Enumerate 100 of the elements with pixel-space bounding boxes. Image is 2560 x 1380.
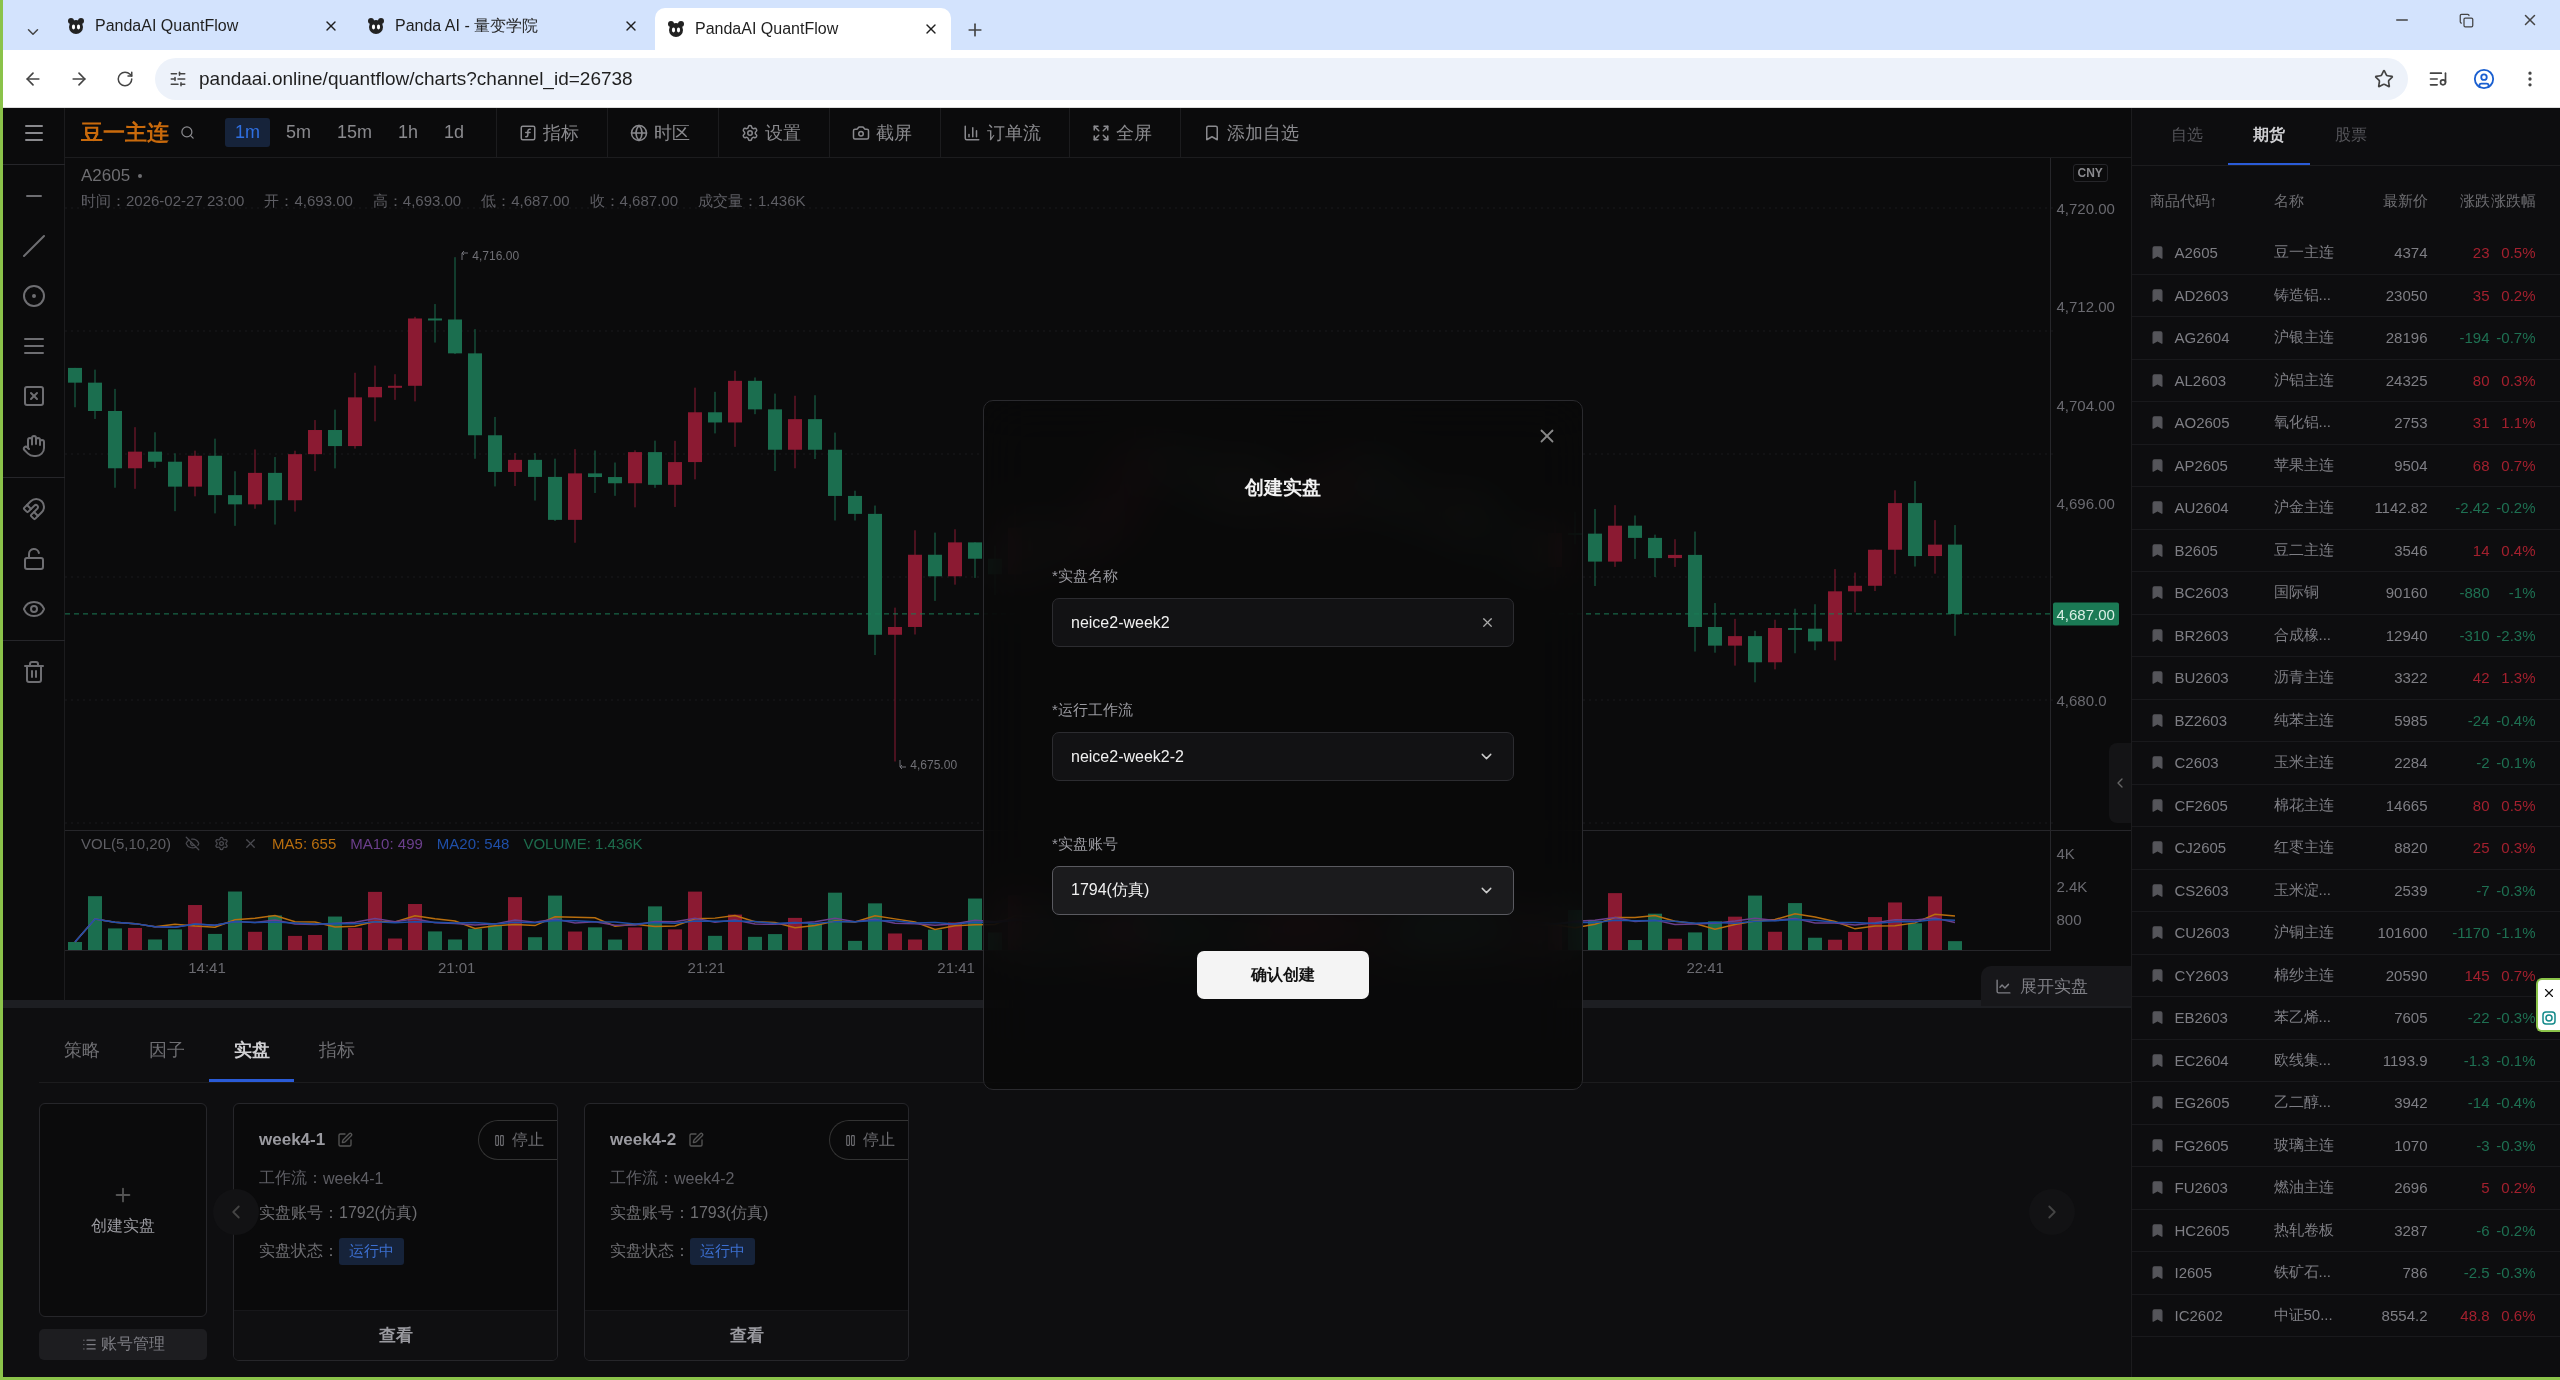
bookmark-icon[interactable] [2149, 1222, 2165, 1238]
quote-row[interactable]: AO2605 氧化铝... 2753 31 1.1% [2131, 402, 2560, 445]
quote-row[interactable]: CS2603 玉米淀... 2539 -7 -0.3% [2131, 869, 2560, 912]
bookmark-icon[interactable] [2149, 755, 2165, 771]
column-header[interactable]: 涨跌 [2427, 192, 2490, 211]
bookmark-icon[interactable] [2149, 415, 2165, 431]
toolbar-button[interactable]: 添加自选 [1180, 107, 1322, 158]
quote-row[interactable]: EC2604 欧线集... 1193.9 -1.3 -0.1% [2131, 1039, 2560, 1082]
quote-row[interactable]: A2605 豆一主连 4374 23 0.5% [2131, 232, 2560, 275]
interval-tab[interactable]: 1h [388, 118, 429, 147]
bookmark-icon[interactable] [2149, 287, 2165, 303]
hide-icon[interactable] [185, 836, 201, 851]
quote-row[interactable]: AP2605 苹果主连 9504 68 0.7% [2131, 444, 2560, 487]
quote-row[interactable]: AL2603 沪铝主连 24325 80 0.3% [2131, 359, 2560, 402]
bookmark-icon[interactable] [2149, 712, 2165, 728]
toolbar-button[interactable]: 设置 [718, 107, 824, 158]
panel-tab[interactable]: 因子 [124, 1008, 209, 1082]
interval-tab[interactable]: 15m [327, 118, 383, 147]
bookmark-icon[interactable] [2149, 925, 2165, 941]
column-header[interactable]: 涨跌幅 [2489, 192, 2536, 211]
profile-icon[interactable] [2473, 67, 2495, 90]
toolbar-button[interactable]: 订单流 [940, 107, 1064, 158]
quote-row[interactable]: FU2603 燃油主连 2696 5 0.2% [2131, 1167, 2560, 1210]
bookmark-icon[interactable] [2149, 457, 2165, 473]
account-button[interactable]: 账号管理 [39, 1329, 207, 1360]
bookmark-icon[interactable] [2149, 882, 2165, 898]
toolbar-button[interactable]: 时区 [607, 107, 713, 158]
quote-row[interactable]: FG2605 玻璃主连 1070 -3 -0.3% [2131, 1124, 2560, 1167]
bookmark-icon[interactable] [2149, 542, 2165, 558]
column-header[interactable]: 名称 [2273, 192, 2364, 211]
trend-line-icon[interactable] [21, 234, 46, 258]
confirm-button[interactable]: 确认创建 [1197, 951, 1369, 999]
quote-row[interactable]: BZ2603 纯苯主连 5985 -24 -0.4% [2131, 699, 2560, 742]
extension-icon[interactable] [2542, 1010, 2556, 1025]
browser-tab[interactable]: PandaAI QuantFlow [55, 8, 351, 44]
bookmark-icon[interactable] [2149, 967, 2165, 983]
input-field[interactable]: neice2-week2 [1052, 598, 1514, 647]
bookmark-icon[interactable] [2149, 1052, 2165, 1068]
browser-tab[interactable]: PandaAI QuantFlow [655, 8, 951, 50]
view-button[interactable]: 查看 [585, 1310, 908, 1360]
quote-row[interactable]: AD2603 铸造铝... 23050 35 0.2% [2131, 274, 2560, 317]
quote-row[interactable]: BU2603 沥青主连 3322 42 1.3% [2131, 657, 2560, 700]
circle-tool-icon[interactable] [21, 284, 46, 308]
market-tab[interactable]: 股票 [2309, 108, 2392, 165]
reload-icon[interactable] [116, 69, 134, 88]
quote-row[interactable]: I2605 铁矿石... 786 -2.5 -0.3% [2131, 1252, 2560, 1295]
bookmark-icon[interactable] [2149, 372, 2165, 388]
symbol-title[interactable]: 豆一主连 [81, 117, 169, 148]
interval-tab[interactable]: 5m [276, 118, 322, 147]
clear-icon[interactable] [1480, 615, 1495, 630]
quote-row[interactable]: BC2603 国际铜 90160 -880 -1% [2131, 572, 2560, 615]
quote-row[interactable]: BR2603 合成橡... 12940 -310 -2.3% [2131, 614, 2560, 657]
quote-row[interactable]: C2603 玉米主连 2284 -2 -0.1% [2131, 742, 2560, 785]
bookmark-icon[interactable] [2149, 1137, 2165, 1153]
quote-row[interactable]: HC2605 热轧卷板 3287 -6 -0.2% [2131, 1209, 2560, 1252]
quote-row[interactable]: EG2605 乙二醇... 3942 -14 -0.4% [2131, 1082, 2560, 1125]
quote-row[interactable]: IC2602 中证50... 8554.2 48.8 0.6% [2131, 1294, 2560, 1337]
edit-icon[interactable] [337, 1132, 354, 1148]
quote-row[interactable]: CU2603 沪铜主连 101600 -1170 -1.1% [2131, 912, 2560, 955]
star-icon[interactable] [2374, 68, 2394, 89]
search-icon[interactable] [179, 125, 195, 140]
market-tab[interactable]: 自选 [2145, 108, 2228, 165]
quote-row[interactable]: B2605 豆二主连 3546 14 0.4% [2131, 529, 2560, 572]
restore-icon[interactable] [2458, 12, 2474, 28]
bookmark-icon[interactable] [2149, 840, 2165, 856]
panel-tab[interactable]: 策略 [39, 1008, 124, 1082]
panel-tab[interactable]: 指标 [294, 1008, 379, 1082]
bookmark-icon[interactable] [2149, 627, 2165, 643]
unlock-icon[interactable] [21, 547, 46, 571]
collapse-handle[interactable] [2108, 743, 2131, 823]
view-button[interactable]: 查看 [234, 1310, 557, 1360]
column-header[interactable]: 最新价 [2363, 192, 2428, 211]
column-header[interactable]: 商品代码↑ [2149, 192, 2274, 211]
select-field[interactable]: neice2-week2-2 [1052, 732, 1514, 781]
interval-tab[interactable]: 1m [225, 118, 270, 147]
create-card[interactable]: 创建实盘 [39, 1103, 207, 1317]
quote-row[interactable]: AG2604 沪银主连 28196 -194 -0.7% [2131, 317, 2560, 360]
bookmark-icon[interactable] [2149, 1095, 2165, 1111]
hand-icon[interactable] [21, 434, 46, 458]
bookmark-icon[interactable] [2149, 330, 2165, 346]
interval-tab[interactable]: 1d [434, 118, 475, 147]
bookmark-icon[interactable] [2149, 1180, 2165, 1196]
bookmark-icon[interactable] [2149, 1010, 2165, 1026]
toolbar-button[interactable]: 截屏 [829, 107, 935, 158]
edit-icon[interactable] [688, 1132, 705, 1148]
bookmark-icon[interactable] [2149, 670, 2165, 686]
stop-button[interactable]: 停止 [829, 1120, 908, 1160]
bookmark-icon[interactable] [2149, 1307, 2165, 1323]
quote-row[interactable]: AU2604 沪金主连 1142.82 -2.42 -0.2% [2131, 487, 2560, 530]
toolbar-button[interactable]: 全屏 [1069, 107, 1175, 158]
bookmark-icon[interactable] [2149, 500, 2165, 516]
trash-icon[interactable] [21, 660, 46, 684]
magnet-icon[interactable] [21, 497, 46, 521]
market-tab[interactable]: 期货 [2227, 108, 2310, 165]
quote-row[interactable]: CJ2605 红枣主连 8820 25 0.3% [2131, 827, 2560, 870]
select-field[interactable]: 1794(仿真) [1052, 866, 1514, 915]
browser-tab[interactable]: Panda AI - 量变学院 [355, 8, 651, 44]
stop-button[interactable]: 停止 [478, 1120, 557, 1160]
bookmark-icon[interactable] [2149, 585, 2165, 601]
bookmark-icon[interactable] [2149, 245, 2165, 261]
